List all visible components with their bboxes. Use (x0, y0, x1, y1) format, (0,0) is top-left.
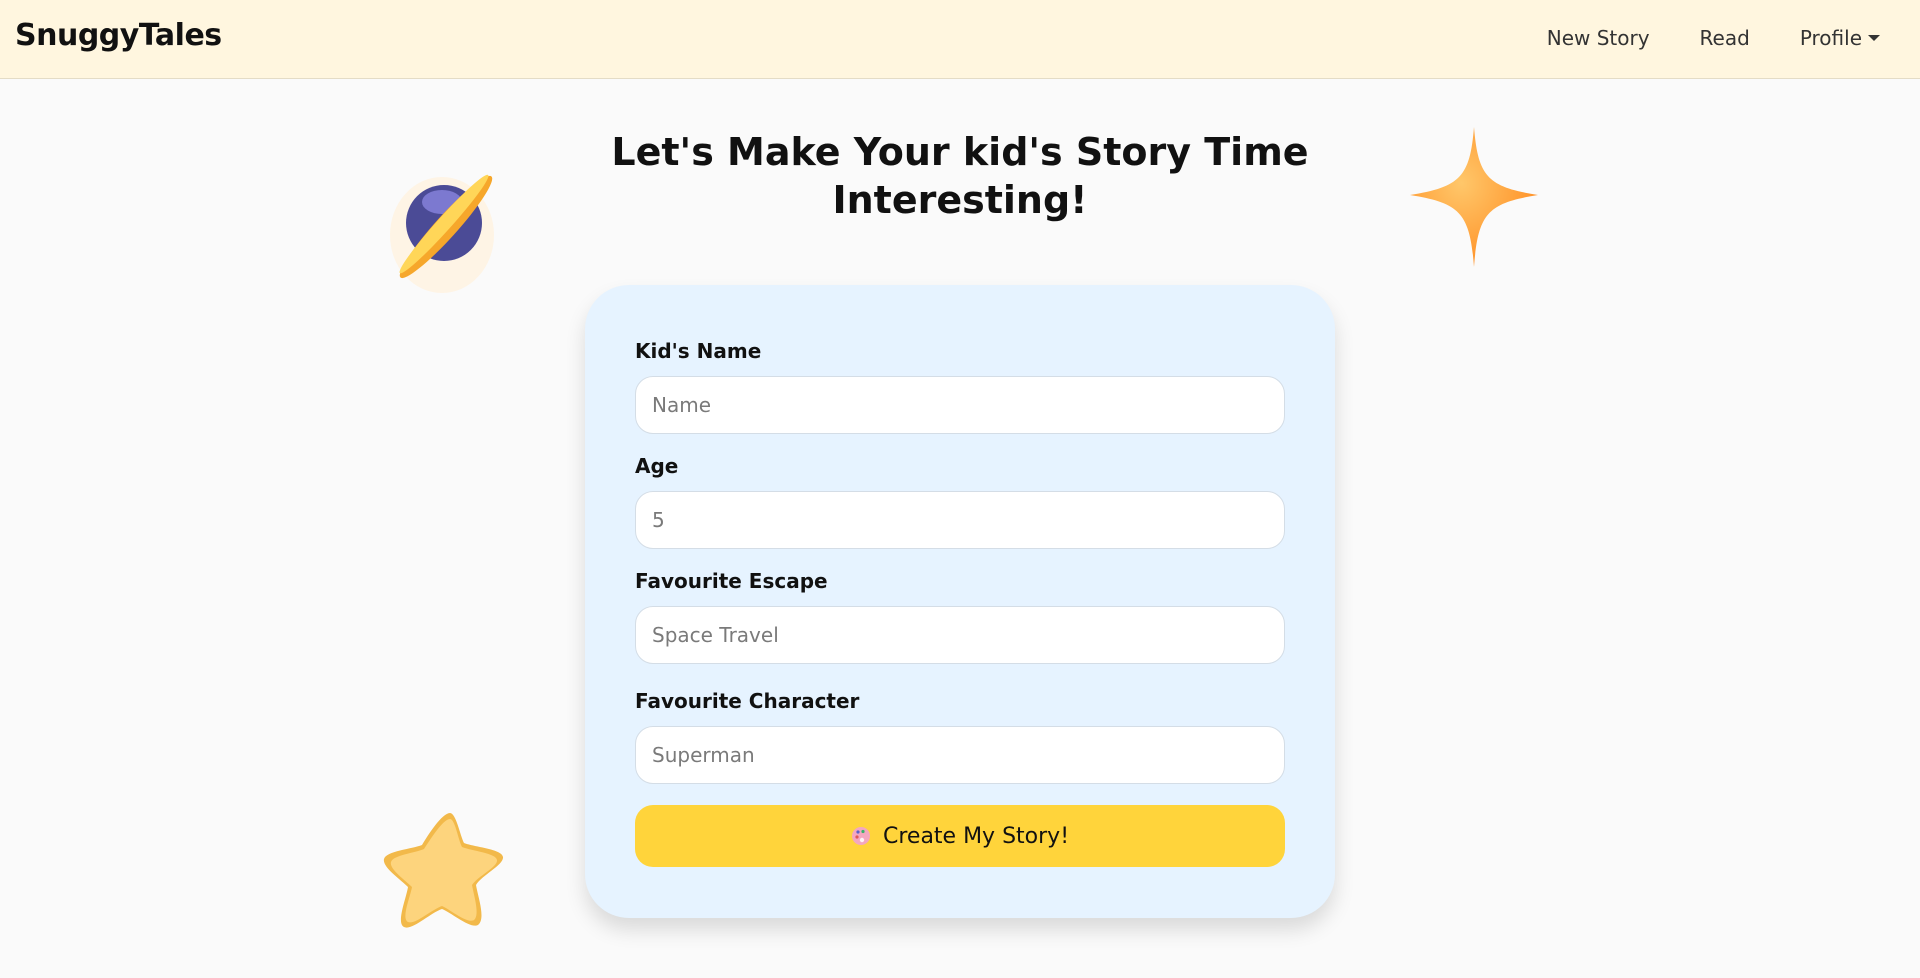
headline-line-2: Interesting! (832, 178, 1088, 222)
star-icon (383, 813, 504, 928)
nav-new-story[interactable]: New Story (1547, 26, 1650, 50)
nav-links: New Story Read Profile (1547, 26, 1880, 50)
headline-line-1: Let's Make Your kid's Story Time (611, 130, 1309, 174)
create-story-label: Create My Story! (882, 823, 1070, 849)
favourite-escape-label: Favourite Escape (635, 569, 828, 593)
page-headline: Let's Make Your kid's Story Time Interes… (560, 128, 1360, 224)
nav-read[interactable]: Read (1700, 26, 1750, 50)
favourite-character-input[interactable] (635, 726, 1285, 784)
palette-icon (851, 827, 870, 845)
age-input[interactable] (635, 491, 1285, 549)
navbar: SnuggyTales New Story Read Profile (0, 0, 1920, 79)
planet-icon (390, 174, 494, 293)
caret-down-icon (1868, 34, 1880, 41)
nav-profile-label: Profile (1799, 26, 1862, 50)
story-form-card: Kid's Name Age Favourite Escape Favourit… (585, 285, 1335, 918)
kids-name-input[interactable] (635, 376, 1285, 434)
favourite-character-label: Favourite Character (635, 689, 860, 713)
nav-profile-dropdown[interactable]: Profile (1800, 26, 1880, 50)
create-story-button[interactable]: Create My Story! (635, 805, 1285, 867)
brand-logo[interactable]: SnuggyTales (15, 18, 222, 53)
kids-name-label: Kid's Name (635, 339, 762, 363)
sparkle-icon (1410, 127, 1538, 267)
favourite-escape-input[interactable] (635, 606, 1285, 664)
age-label: Age (635, 454, 679, 478)
